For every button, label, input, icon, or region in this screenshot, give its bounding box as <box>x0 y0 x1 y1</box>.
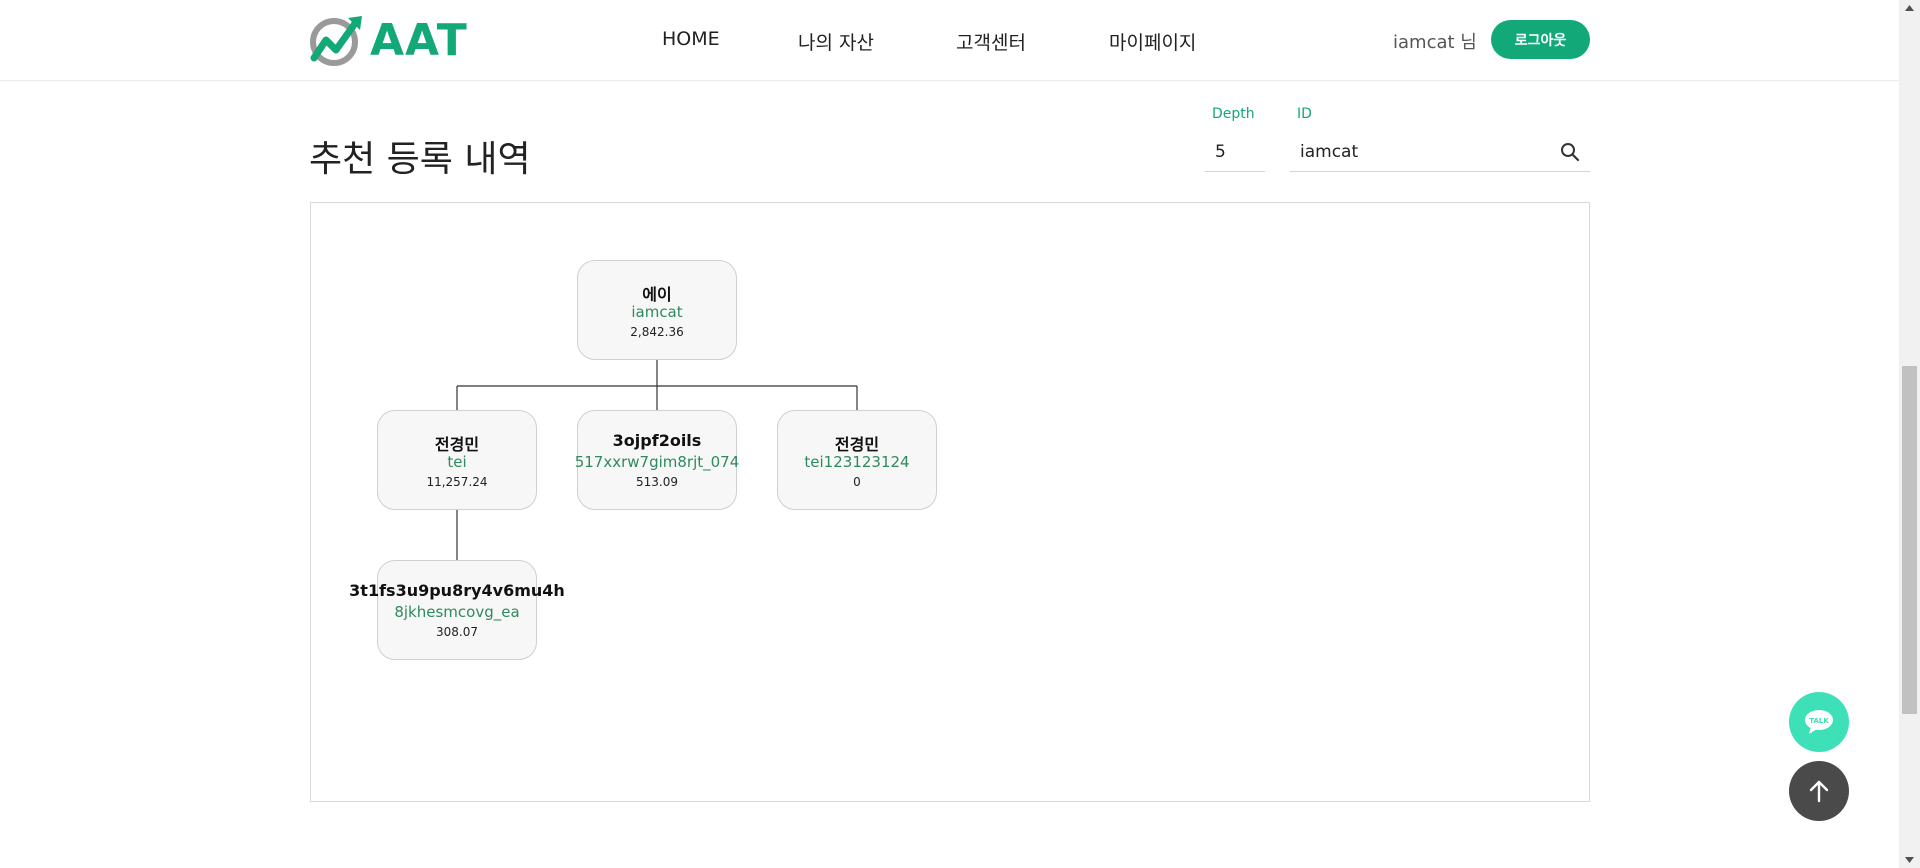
node-id: 8jkhesmcovg_ea <box>394 603 520 621</box>
page-title: 추천 등록 내역 <box>309 139 531 180</box>
tree-node[interactable]: 전경민 tei123123124 0 <box>777 410 937 510</box>
id-search-input[interactable]: iamcat <box>1290 132 1590 172</box>
node-name: 3t1fs3u9pu8ry4v6mu4h <box>349 581 565 600</box>
site-header: AAT HOME 나의 자산 고객센터 마이페이지 iamcat 님 로그아웃 <box>0 0 1899 81</box>
node-amount: 308.07 <box>436 625 478 639</box>
arrow-up-icon <box>1809 780 1829 803</box>
node-name: 전경민 <box>834 435 880 454</box>
brand-name: AAT <box>370 14 468 66</box>
tree-node[interactable]: 3t1fs3u9pu8ry4v6mu4h 8jkhesmcovg_ea 308.… <box>349 560 565 660</box>
depth-label: Depth <box>1212 106 1255 122</box>
scroll-up-arrow-icon[interactable] <box>1903 2 1916 15</box>
tree-node[interactable]: 3ojpf2oils 517xxrw7gim8rjt_074 513.09 <box>575 410 739 510</box>
node-id: tei123123124 <box>804 453 910 471</box>
depth-input[interactable]: 5 <box>1205 132 1265 172</box>
tree-node[interactable]: 전경민 tei 11,257.24 <box>377 410 537 510</box>
tree-node-root[interactable]: 에이 iamcat 2,842.36 <box>577 260 737 360</box>
logout-button[interactable]: 로그아웃 <box>1491 20 1590 59</box>
scrollbar-thumb[interactable] <box>1902 366 1917 714</box>
node-amount: 0 <box>853 475 861 489</box>
depth-value: 5 <box>1215 141 1226 162</box>
node-id: iamcat <box>631 303 683 321</box>
chat-bubble-icon: TALK <box>1805 710 1833 734</box>
page-scrollbar[interactable] <box>1899 0 1920 868</box>
talk-label: TALK <box>1809 717 1829 725</box>
node-amount: 513.09 <box>636 475 678 489</box>
nav-item-home[interactable]: HOME <box>662 28 720 50</box>
node-amount: 11,257.24 <box>426 475 488 489</box>
scroll-to-top-button[interactable] <box>1789 761 1849 821</box>
referral-tree-panel: 에이 iamcat 2,842.36 전경민 tei 11,257.24 3oj… <box>310 202 1590 802</box>
nav-item-my-page[interactable]: 마이페이지 <box>1109 28 1196 55</box>
nav-item-my-assets[interactable]: 나의 자산 <box>798 28 874 55</box>
id-value: iamcat <box>1300 141 1359 162</box>
scroll-down-arrow-icon[interactable] <box>1903 853 1916 866</box>
user-greeting: iamcat 님 <box>1393 32 1477 53</box>
node-amount: 2,842.36 <box>630 325 684 339</box>
logo-mark-icon <box>310 16 362 66</box>
brand-logo[interactable]: AAT <box>310 14 468 66</box>
search-icon[interactable] <box>1560 142 1580 162</box>
talk-chat-button[interactable]: TALK <box>1789 692 1849 752</box>
id-label: ID <box>1297 106 1312 122</box>
nav-item-customer-center[interactable]: 고객센터 <box>956 28 1026 55</box>
node-name: 에이 <box>642 285 672 304</box>
